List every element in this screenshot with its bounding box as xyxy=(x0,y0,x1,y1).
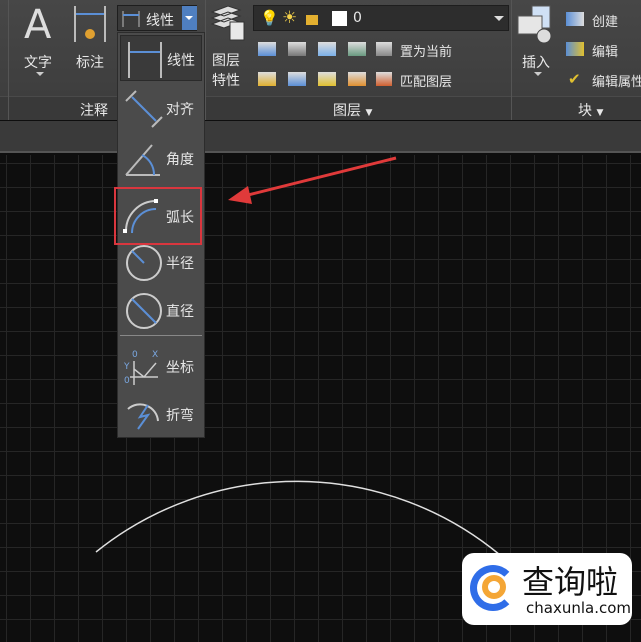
svg-text:0: 0 xyxy=(124,376,130,386)
dimension-menu: 线性 对齐 角度 弧长 半径 直径 0XY0 坐标 折弯 xyxy=(114,32,205,438)
watermark-logo: 查询啦 chaxunla.com xyxy=(462,553,632,625)
svg-text:0: 0 xyxy=(132,350,138,360)
menu-item-label: 折弯 xyxy=(166,408,194,424)
menu-item-label: 半径 xyxy=(166,256,194,272)
arc-entity[interactable] xyxy=(95,480,501,556)
menu-item-diameter[interactable]: 直径 xyxy=(120,287,202,333)
menu-item-label: 对齐 xyxy=(166,102,194,118)
menu-item-radius[interactable]: 半径 xyxy=(120,239,202,285)
ordinate-dim-icon: 0 XY0 xyxy=(124,350,158,386)
angular-dim-icon xyxy=(125,144,160,176)
linear-dim-icon xyxy=(128,42,162,78)
menu-item-ordinate[interactable]: 0XY0 坐标 xyxy=(120,343,202,389)
watermark-url: chaxunla.com xyxy=(526,599,631,617)
menu-item-label: 弧长 xyxy=(166,210,194,226)
annotation-arrow xyxy=(243,156,397,198)
arrow-head xyxy=(228,186,252,204)
diameter-dim-icon xyxy=(126,293,162,329)
menu-separator xyxy=(120,335,202,336)
menu-item-label: 角度 xyxy=(166,152,194,168)
menu-item-linear[interactable]: 线性 xyxy=(120,35,202,81)
svg-text:X: X xyxy=(152,350,158,360)
watermark-name: 查询啦 xyxy=(522,563,619,601)
menu-item-aligned[interactable]: 对齐 xyxy=(120,85,202,131)
menu-item-label: 坐标 xyxy=(166,360,194,376)
drawing-overlay xyxy=(95,156,501,556)
menu-item-angular[interactable]: 角度 xyxy=(120,135,202,181)
jogged-dim-icon xyxy=(127,403,159,430)
menu-item-arc-length[interactable]: 弧长 xyxy=(114,187,202,245)
arc-length-dim-icon xyxy=(123,199,158,234)
radius-dim-icon xyxy=(126,245,162,281)
aligned-dim-icon xyxy=(125,90,163,128)
magnifier-icon xyxy=(482,575,506,599)
menu-item-jogged[interactable]: 折弯 xyxy=(120,391,202,437)
svg-text:Y: Y xyxy=(124,362,130,372)
menu-item-label: 直径 xyxy=(166,304,194,320)
menu-item-label: 线性 xyxy=(167,53,195,69)
